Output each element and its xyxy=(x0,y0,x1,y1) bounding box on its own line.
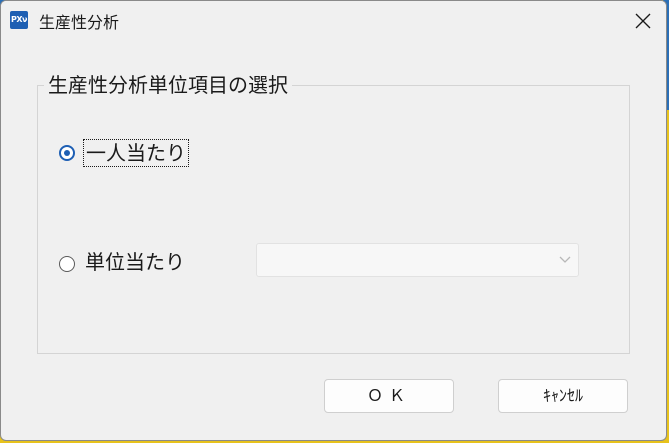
per-person-label[interactable]: 一人当たり xyxy=(83,139,189,167)
chevron-down-icon xyxy=(559,256,571,263)
selection-group: 生産性分析単位項目の選択 xyxy=(37,73,630,354)
unit-select[interactable] xyxy=(256,243,579,277)
app-icon: PXν xyxy=(10,11,28,29)
ok-button[interactable]: ＯＫ xyxy=(324,379,454,413)
per-unit-radio[interactable] xyxy=(59,256,75,272)
window-title: 生産性分析 xyxy=(39,13,120,32)
cancel-button[interactable]: ｷｬﾝｾﾙ xyxy=(498,379,628,413)
title-bar: PXν 生産性分析 xyxy=(1,1,666,41)
dialog-window: PXν 生産性分析 生産性分析単位項目の選択 一人当たり 単位当たり ＯＫ ｷｬ… xyxy=(0,0,667,441)
per-unit-label[interactable]: 単位当たり xyxy=(85,250,185,274)
close-button[interactable] xyxy=(620,1,666,41)
close-icon xyxy=(635,13,651,29)
per-person-radio[interactable] xyxy=(59,145,75,161)
group-legend: 生産性分析単位項目の選択 xyxy=(48,73,288,97)
